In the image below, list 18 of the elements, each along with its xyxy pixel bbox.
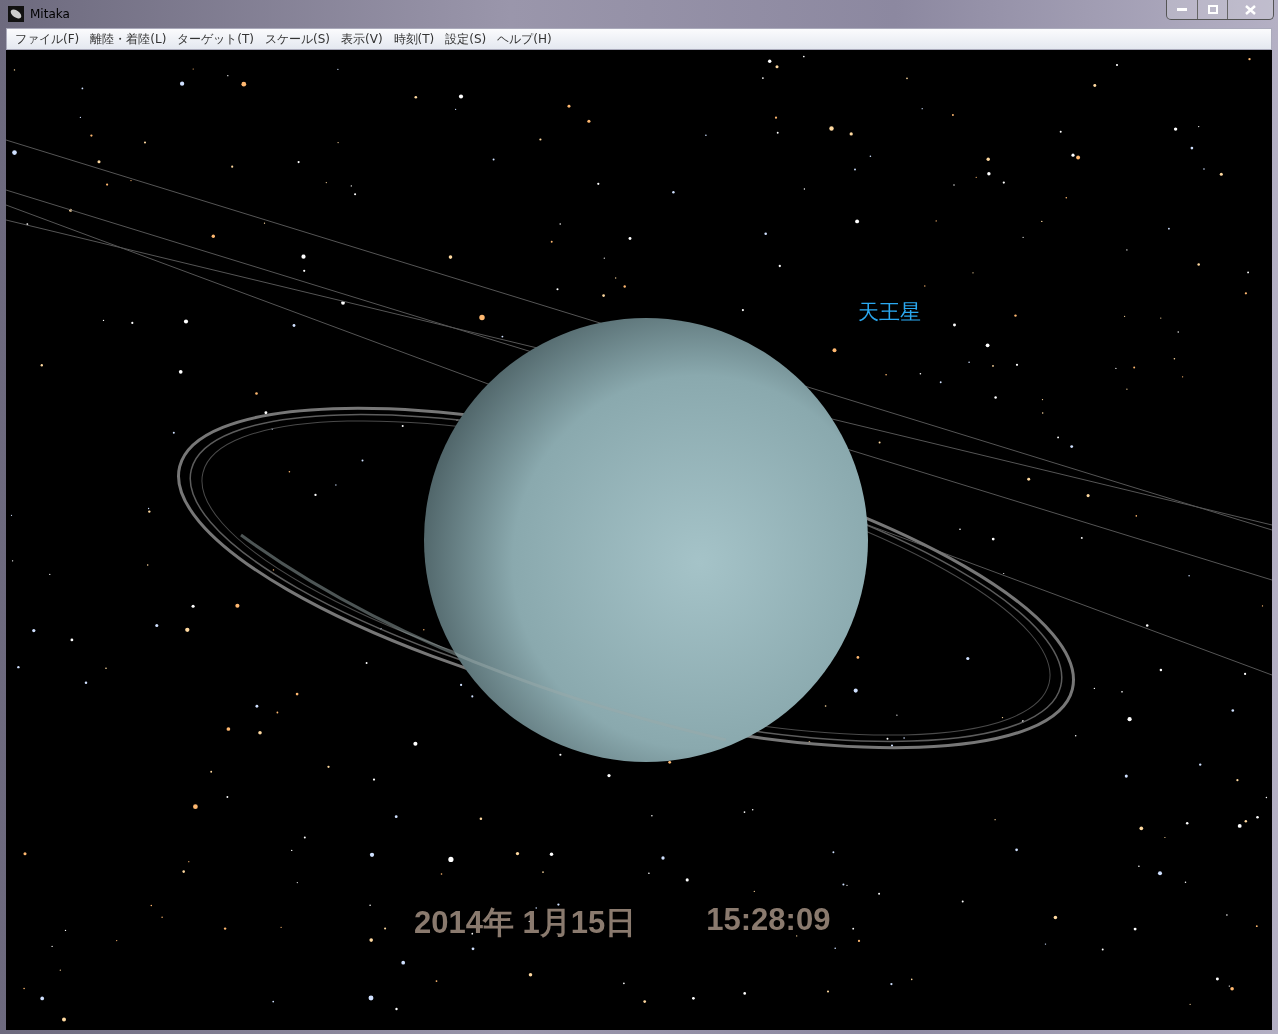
minimize-icon [1177, 7, 1187, 12]
menu-item[interactable]: 離陸・着陸(L) [86, 30, 174, 48]
menu-item[interactable]: 時刻(T) [389, 30, 442, 48]
menu-item[interactable]: ターゲット(T) [173, 30, 262, 48]
date-text: 2014年 1月15日 [414, 904, 637, 942]
menu-item[interactable]: スケール(S) [261, 30, 337, 48]
app-icon [8, 6, 24, 22]
close-button[interactable] [1227, 0, 1273, 19]
menu-item[interactable]: ファイル(F) [11, 30, 87, 48]
close-icon [1245, 4, 1256, 15]
window-title: Mitaka [30, 7, 70, 21]
menu-item[interactable]: 設定(S) [441, 30, 494, 48]
time-text: 15:28:09 [706, 902, 831, 939]
maximize-button[interactable] [1197, 0, 1227, 19]
maximize-icon [1207, 5, 1218, 14]
menu-item[interactable]: 表示(V) [337, 30, 390, 48]
menu-item[interactable]: ヘルプ(H) [493, 30, 559, 48]
planet-label: 天王星 [858, 299, 921, 326]
